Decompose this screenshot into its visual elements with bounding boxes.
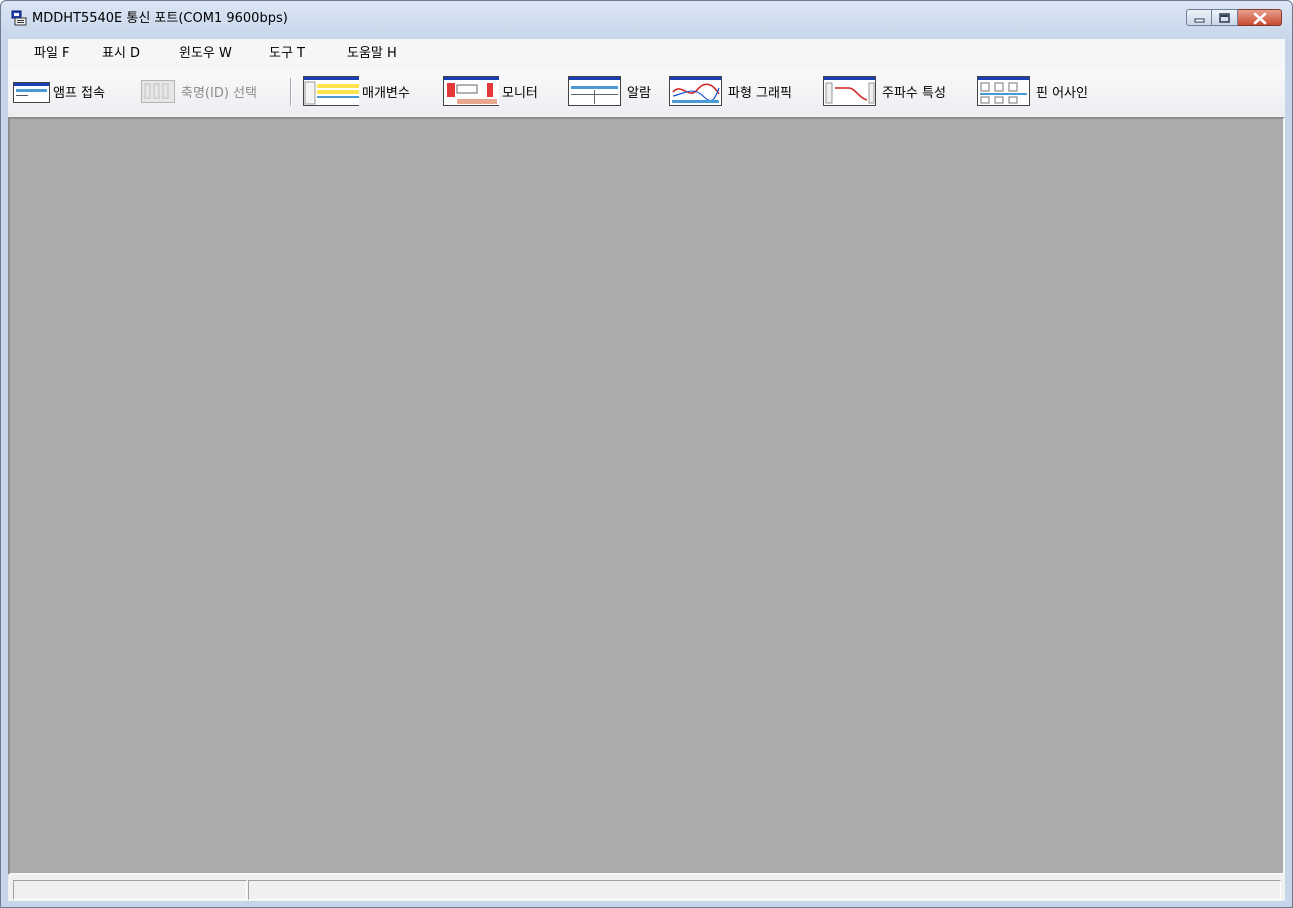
minimize-icon xyxy=(1194,18,1205,23)
waveform-graphic-label: 파형 그래픽 xyxy=(728,85,792,101)
parameter-button[interactable]: 매개변수 xyxy=(303,76,410,106)
parameter-icon xyxy=(303,76,359,106)
menu-tools[interactable]: 도구 T xyxy=(265,45,309,63)
status-pane-1 xyxy=(13,880,247,900)
axis-id-select-button[interactable]: 축명(ID) 선택 xyxy=(141,76,257,106)
frequency-characteristic-label: 주파수 특성 xyxy=(882,85,946,101)
axis-id-select-label: 축명(ID) 선택 xyxy=(181,85,257,101)
menu-file[interactable]: 파일 F xyxy=(30,45,74,63)
frequency-characteristic-button[interactable]: 주파수 특성 xyxy=(823,76,946,106)
mdi-client-area[interactable] xyxy=(8,117,1285,875)
amp-connect-label: 앰프 접속 xyxy=(53,85,105,101)
status-pane-2 xyxy=(248,880,1281,900)
waveform-graphic-icon xyxy=(669,76,722,106)
alarm-icon xyxy=(568,76,621,106)
amp-connect-button[interactable]: 앰프 접속 xyxy=(13,76,105,106)
monitor-label: 모니터 xyxy=(502,85,538,101)
app-window: MDDHT5540E 통신 포트(COM1 9600bps) 파일 F 표시 D… xyxy=(0,0,1293,908)
minimize-button[interactable] xyxy=(1186,9,1212,26)
waveform-graphic-button[interactable]: 파형 그래픽 xyxy=(669,76,792,106)
menu-window[interactable]: 윈도우 W xyxy=(175,45,236,63)
menu-bar: 파일 F 표시 D 윈도우 W 도구 T 도움말 H xyxy=(8,39,1285,69)
toolbar: 앰프 접속 축명(ID) 선택 매개변수 모니터 알람 파형 그래픽 주파수 특… xyxy=(8,69,1285,115)
close-icon xyxy=(1253,12,1267,25)
maximize-button[interactable] xyxy=(1212,9,1238,26)
pin-assign-icon xyxy=(977,76,1030,106)
amp-connect-icon xyxy=(13,82,50,103)
frequency-characteristic-icon xyxy=(823,76,876,106)
toolbar-separator xyxy=(290,78,292,106)
parameter-label: 매개변수 xyxy=(362,85,410,101)
alarm-button[interactable]: 알람 xyxy=(568,76,651,106)
menu-help[interactable]: 도움말 H xyxy=(343,45,401,63)
menu-view[interactable]: 표시 D xyxy=(98,45,144,63)
window-title: MDDHT5540E 통신 포트(COM1 9600bps) xyxy=(32,11,288,26)
pin-assign-label: 핀 어사인 xyxy=(1036,85,1088,101)
monitor-icon xyxy=(443,76,499,106)
client-area: 파일 F 표시 D 윈도우 W 도구 T 도움말 H 앰프 접속 축명(ID) … xyxy=(8,39,1285,901)
pin-assign-button[interactable]: 핀 어사인 xyxy=(977,76,1088,106)
axis-id-select-icon xyxy=(141,80,175,103)
alarm-label: 알람 xyxy=(627,85,651,101)
title-bar[interactable]: MDDHT5540E 통신 포트(COM1 9600bps) xyxy=(1,1,1292,35)
monitor-button[interactable]: 모니터 xyxy=(443,76,538,106)
app-icon[interactable] xyxy=(11,10,28,27)
close-button[interactable] xyxy=(1238,9,1282,26)
maximize-icon xyxy=(1219,13,1230,23)
caption-buttons xyxy=(1186,9,1282,28)
status-bar xyxy=(8,877,1285,901)
